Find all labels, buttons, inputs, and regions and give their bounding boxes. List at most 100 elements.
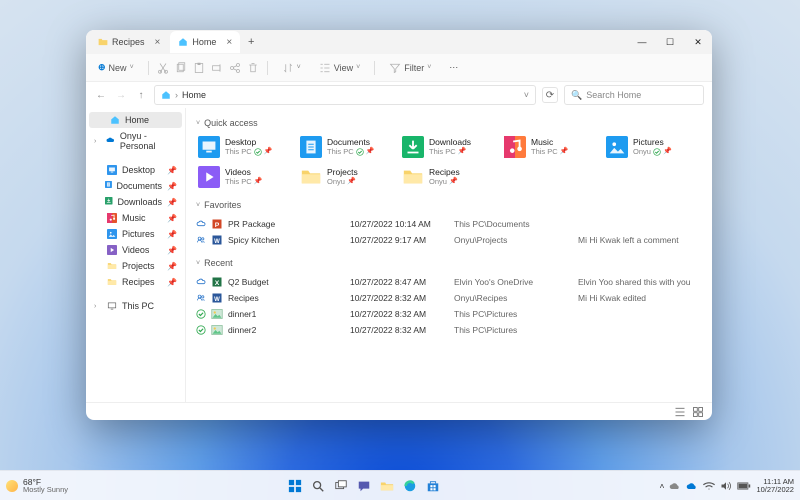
list-item[interactable]: W Spicy Kitchen 10/27/2022 9:17 AM Onyu\… bbox=[196, 232, 702, 248]
sidebar-item-videos[interactable]: Videos📌 bbox=[86, 242, 185, 258]
xls-icon: X bbox=[211, 276, 223, 288]
clock[interactable]: 11:11 AM 10/27/2022 bbox=[756, 478, 794, 493]
search-input[interactable]: 🔍 Search Home bbox=[564, 85, 704, 105]
sidebar-item-downloads[interactable]: Downloads📌 bbox=[86, 194, 185, 210]
quick-access-item[interactable]: Documents This PC 📌 bbox=[298, 134, 396, 160]
forward-button[interactable]: → bbox=[114, 88, 128, 102]
file-date: 10/27/2022 8:32 AM bbox=[350, 293, 450, 303]
battery-icon[interactable] bbox=[737, 482, 751, 490]
quick-access-item[interactable]: Recipes Onyu 📌 bbox=[400, 164, 498, 190]
sync-icon bbox=[196, 236, 206, 243]
breadcrumb[interactable]: › Home ˅ bbox=[154, 85, 536, 105]
onedrive-tray-icon[interactable] bbox=[669, 481, 681, 491]
item-sub: This PC 📌 bbox=[429, 148, 471, 156]
videos-icon bbox=[198, 166, 220, 188]
sidebar-item-this-pc[interactable]: › This PC bbox=[86, 298, 185, 314]
quick-access-item[interactable]: Desktop This PC 📌 bbox=[196, 134, 294, 160]
sort-icon bbox=[282, 62, 294, 74]
item-sub: Onyu 📌 bbox=[633, 148, 672, 156]
edge-button[interactable] bbox=[401, 477, 419, 495]
more-button[interactable]: ⋯ bbox=[443, 60, 464, 75]
sidebar-item-projects[interactable]: Projects📌 bbox=[86, 258, 185, 274]
volume-icon[interactable] bbox=[720, 481, 732, 491]
svg-text:W: W bbox=[214, 297, 220, 303]
paste-icon[interactable] bbox=[193, 62, 205, 74]
chevron-down-icon[interactable]: ˅ bbox=[524, 90, 529, 100]
sidebar-item-documents[interactable]: Documents📌 bbox=[86, 178, 185, 194]
quick-access-item[interactable]: Pictures Onyu 📌 bbox=[604, 134, 702, 160]
maximize-button[interactable]: ☐ bbox=[656, 30, 684, 54]
store-button[interactable] bbox=[424, 477, 442, 495]
desktop-icon bbox=[107, 165, 117, 175]
sidebar-item-desktop[interactable]: Desktop📌 bbox=[86, 162, 185, 178]
list-item[interactable]: dinner2 10/27/2022 8:32 AM This PC\Pictu… bbox=[196, 322, 702, 338]
section-recent-header[interactable]: ˅ Recent bbox=[196, 258, 702, 268]
file-date: 10/27/2022 9:17 AM bbox=[350, 235, 450, 245]
home-icon bbox=[161, 90, 171, 100]
sync-icon bbox=[196, 294, 206, 301]
quick-access-item[interactable]: Downloads This PC 📌 bbox=[400, 134, 498, 160]
view-button[interactable]: View˅ bbox=[313, 60, 366, 76]
section-quick-access-header[interactable]: ˅ Quick access bbox=[196, 118, 702, 128]
chevron-right-icon[interactable]: › bbox=[94, 138, 101, 145]
folder-icon bbox=[300, 166, 322, 188]
filter-icon bbox=[389, 62, 401, 74]
list-item[interactable]: X Q2 Budget 10/27/2022 8:47 AM Elvin Yoo… bbox=[196, 274, 702, 290]
chevron-up-icon[interactable]: ˄ bbox=[659, 481, 664, 491]
quick-access-item[interactable]: Projects Onyu 📌 bbox=[298, 164, 396, 190]
item-sub: Onyu 📌 bbox=[327, 178, 358, 186]
section-title: Quick access bbox=[204, 118, 258, 128]
chat-button[interactable] bbox=[355, 477, 373, 495]
sidebar-item-home[interactable]: Home bbox=[89, 112, 182, 128]
list-item[interactable]: dinner1 10/27/2022 8:32 AM This PC\Pictu… bbox=[196, 306, 702, 322]
share-icon[interactable] bbox=[229, 62, 241, 74]
sidebar-item-onedrive[interactable]: › Onyu - Personal bbox=[86, 128, 185, 154]
new-tab-button[interactable]: + bbox=[242, 33, 260, 51]
cut-icon[interactable] bbox=[157, 62, 169, 74]
item-sub: This PC 📌 bbox=[225, 178, 262, 186]
close-button[interactable]: ✕ bbox=[684, 30, 712, 54]
back-button[interactable]: ← bbox=[94, 88, 108, 102]
word-icon: W bbox=[211, 234, 223, 246]
delete-icon[interactable] bbox=[247, 62, 259, 74]
new-button[interactable]: ⊕New˅ bbox=[92, 60, 140, 75]
folder-icon bbox=[107, 261, 117, 271]
refresh-button[interactable]: ⟳ bbox=[542, 87, 558, 103]
chevron-down-icon: ˅ bbox=[196, 120, 200, 127]
quick-access-item[interactable]: Music This PC 📌 bbox=[502, 134, 600, 160]
sync-icon bbox=[196, 220, 206, 227]
onedrive-tray-icon[interactable] bbox=[686, 481, 698, 491]
explorer-button[interactable] bbox=[378, 477, 396, 495]
up-button[interactable]: ↑ bbox=[134, 88, 148, 102]
statusbar bbox=[86, 402, 712, 420]
sidebar-item-music[interactable]: Music📌 bbox=[86, 210, 185, 226]
list-item[interactable]: W Recipes 10/27/2022 8:32 AM Onyu\Recipe… bbox=[196, 290, 702, 306]
tab-recipes[interactable]: Recipes × bbox=[90, 31, 168, 53]
start-button[interactable] bbox=[286, 477, 304, 495]
tiles-view-icon[interactable] bbox=[692, 406, 704, 418]
search-button[interactable] bbox=[309, 477, 327, 495]
close-icon[interactable]: × bbox=[155, 37, 161, 48]
section-favorites-header[interactable]: ˅ Favorites bbox=[196, 200, 702, 210]
taskbar-weather[interactable]: 68°F Mostly Sunny bbox=[0, 478, 68, 494]
minimize-button[interactable]: ― bbox=[628, 30, 656, 54]
chevron-right-icon[interactable]: › bbox=[94, 303, 102, 310]
taskview-button[interactable] bbox=[332, 477, 350, 495]
wifi-icon[interactable] bbox=[703, 481, 715, 491]
quick-access-item[interactable]: Videos This PC 📌 bbox=[196, 164, 294, 190]
copy-icon[interactable] bbox=[175, 62, 187, 74]
close-icon[interactable]: × bbox=[226, 37, 232, 48]
filter-button[interactable]: Filter˅ bbox=[383, 60, 437, 76]
sort-button[interactable]: ˅ bbox=[276, 60, 307, 76]
file-date: 10/27/2022 8:32 AM bbox=[350, 325, 450, 335]
taskbar-tray: ˄ 11:11 AM 10/27/2022 bbox=[659, 478, 800, 493]
sidebar-item-label: Videos bbox=[122, 245, 149, 255]
item-sub: This PC 📌 bbox=[531, 148, 568, 156]
details-view-icon[interactable] bbox=[674, 406, 686, 418]
list-item[interactable]: P PR Package 10/27/2022 10:14 AM This PC… bbox=[196, 216, 702, 232]
rename-icon[interactable] bbox=[211, 62, 223, 74]
sidebar-item-recipes[interactable]: Recipes📌 bbox=[86, 274, 185, 290]
sidebar-item-pictures[interactable]: Pictures📌 bbox=[86, 226, 185, 242]
filter-label: Filter bbox=[404, 63, 424, 73]
tab-home[interactable]: Home × bbox=[170, 31, 240, 53]
